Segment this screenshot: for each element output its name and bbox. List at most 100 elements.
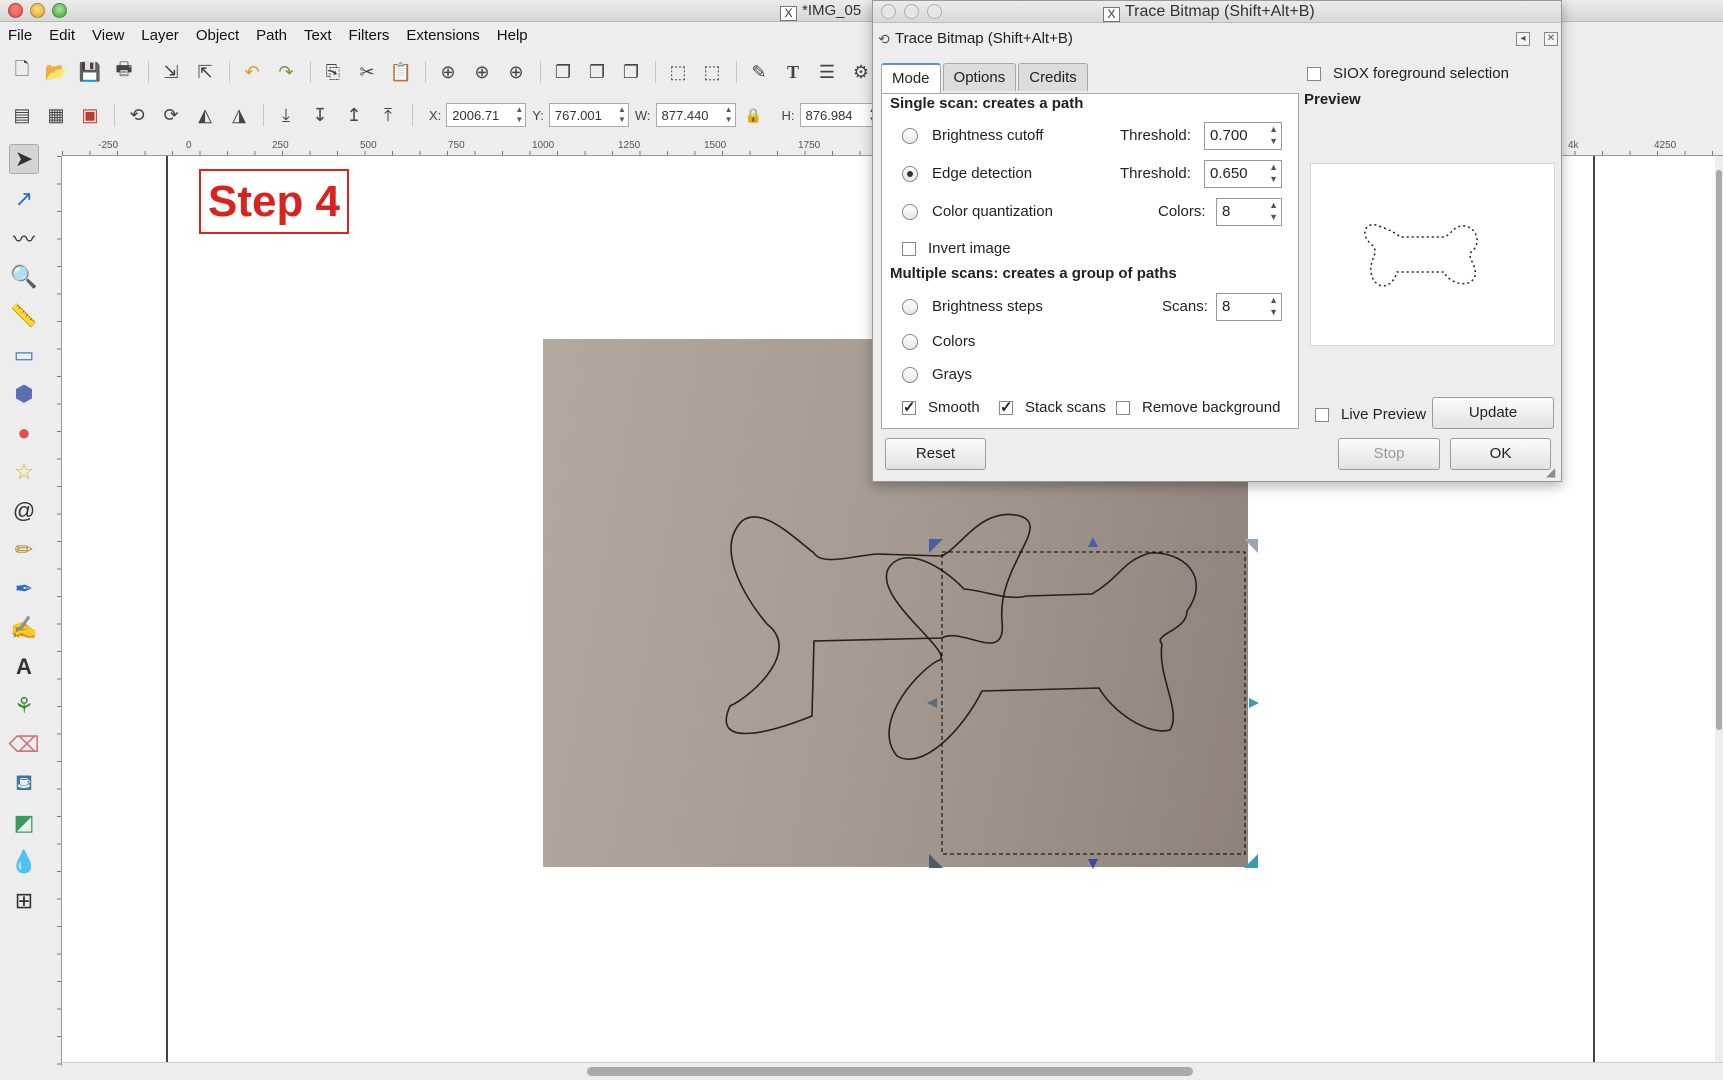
selector-tool-icon[interactable]: ➤ xyxy=(9,144,39,174)
vertical-scrollbar-thumb[interactable] xyxy=(1716,170,1722,730)
flip-vertical-icon[interactable]: ◮ xyxy=(227,103,251,127)
spin-arrows-icon[interactable]: ▲▼ xyxy=(725,105,733,125)
close-dialog-icon[interactable]: ✕ xyxy=(1544,32,1558,46)
menu-path[interactable]: Path xyxy=(256,27,287,44)
rectangle-tool-icon[interactable]: ▭ xyxy=(9,340,39,370)
tweak-tool-icon[interactable]: 〰 xyxy=(9,223,39,253)
grays-option[interactable]: Grays xyxy=(902,366,972,383)
raise-to-top-icon[interactable]: ⤒ xyxy=(376,103,400,127)
select-all-icon[interactable]: ▤ xyxy=(10,103,34,127)
menu-object[interactable]: Object xyxy=(196,27,239,44)
y-coordinate-input[interactable]: 767.001 ▲ ▼ xyxy=(548,103,629,127)
grays-radio[interactable] xyxy=(902,366,918,383)
brightness-steps-option[interactable]: Brightness steps xyxy=(902,298,1043,315)
scans-input[interactable]: 8 ▲ ▼ xyxy=(1216,293,1282,321)
invert-image-option[interactable]: Invert image xyxy=(902,240,1011,257)
edge-detection-option[interactable]: Edge detection xyxy=(902,165,1032,182)
edge-threshold-input[interactable]: 0.650 ▲ ▼ xyxy=(1204,160,1282,188)
remove-background-option[interactable]: Remove background xyxy=(1116,399,1280,416)
reset-button[interactable]: Reset xyxy=(885,438,986,470)
ellipse-tool-icon[interactable]: ● xyxy=(9,418,39,448)
spray-tool-icon[interactable]: ⚘ xyxy=(9,691,39,721)
menu-help[interactable]: Help xyxy=(497,27,528,44)
tab-credits[interactable]: Credits xyxy=(1018,63,1088,91)
minimize-window-button[interactable] xyxy=(30,3,45,18)
3d-box-tool-icon[interactable]: ⬢ xyxy=(9,379,39,409)
horizontal-scrollbar-thumb[interactable] xyxy=(587,1067,1193,1076)
x-coordinate-input[interactable]: 2006.71 ▲ ▼ xyxy=(446,103,527,127)
spiral-tool-icon[interactable]: @ xyxy=(9,496,39,526)
zoom-tool-icon[interactable]: 🔍 xyxy=(9,262,39,292)
measure-tool-icon[interactable]: 📏 xyxy=(9,301,39,331)
live-preview-option[interactable]: Live Preview xyxy=(1315,406,1426,423)
copy-icon[interactable]: ⎘ xyxy=(321,60,345,84)
colors-input[interactable]: 8 ▲ ▼ xyxy=(1216,198,1282,226)
tab-options[interactable]: Options xyxy=(942,63,1017,91)
colors-scan-radio[interactable] xyxy=(902,333,918,350)
lower-icon[interactable]: ↧ xyxy=(308,103,332,127)
spin-arrows-icon[interactable]: ▲▼ xyxy=(515,105,523,125)
lock-icon[interactable]: 🔒 xyxy=(742,103,766,127)
menu-filters[interactable]: Filters xyxy=(349,27,390,44)
group-icon[interactable]: ⬚ xyxy=(666,60,690,84)
star-tool-icon[interactable]: ☆ xyxy=(9,457,39,487)
stack-scans-checkbox[interactable]: ✓ xyxy=(999,400,1013,415)
menu-extensions[interactable]: Extensions xyxy=(406,27,479,44)
edge-detection-radio[interactable] xyxy=(902,165,918,182)
live-preview-checkbox[interactable] xyxy=(1315,407,1329,422)
print-icon[interactable]: 🖶 xyxy=(112,59,136,84)
spin-arrows-icon[interactable]: ▲▼ xyxy=(1269,161,1278,185)
colors-scan-option[interactable]: Colors xyxy=(902,333,975,350)
deselect-icon[interactable]: ▣ xyxy=(78,103,102,127)
redo-icon[interactable]: ↷ xyxy=(274,60,298,84)
ungroup-icon[interactable]: ⬚ xyxy=(700,60,724,84)
export-icon[interactable]: ⇱ xyxy=(193,60,217,84)
eraser-tool-icon[interactable]: ⌫ xyxy=(8,730,39,760)
remove-background-checkbox[interactable] xyxy=(1116,400,1130,415)
xml-editor-icon[interactable]: ⚙ xyxy=(849,60,873,84)
width-input[interactable]: 877.440 ▲ ▼ xyxy=(655,103,736,127)
select-all-layers-icon[interactable]: ▦ xyxy=(44,103,68,127)
import-icon[interactable]: ⇲ xyxy=(159,60,183,84)
rotate-ccw-icon[interactable]: ⟲ xyxy=(125,103,149,127)
brightness-steps-radio[interactable] xyxy=(902,298,918,315)
paint-bucket-tool-icon[interactable]: ⛾ xyxy=(9,769,39,799)
smooth-checkbox[interactable]: ✓ xyxy=(902,400,916,415)
layers-icon[interactable]: ☰ xyxy=(815,60,839,84)
paste-icon[interactable]: 📋 xyxy=(389,60,413,84)
siox-checkbox[interactable] xyxy=(1307,66,1321,81)
node-tool-icon[interactable]: ↗ xyxy=(9,184,39,214)
brightness-cutoff-option[interactable]: Brightness cutoff xyxy=(902,127,1043,144)
update-button[interactable]: Update xyxy=(1432,397,1554,429)
dialog-close-button[interactable] xyxy=(881,4,896,19)
save-icon[interactable]: 💾 xyxy=(78,60,102,84)
clone-icon[interactable]: ❐ xyxy=(585,60,609,84)
brightness-threshold-input[interactable]: 0.700 ▲ ▼ xyxy=(1204,122,1282,150)
stop-button[interactable]: Stop xyxy=(1338,438,1440,470)
spin-arrows-icon[interactable]: ▲▼ xyxy=(1269,294,1278,318)
text-font-icon[interactable]: T xyxy=(781,60,805,84)
raise-icon[interactable]: ↥ xyxy=(342,103,366,127)
zoom-drawing-icon[interactable]: ⊕ xyxy=(470,60,494,84)
menu-text[interactable]: Text xyxy=(304,27,332,44)
pen-tool-icon[interactable]: ✒ xyxy=(9,574,39,604)
cut-icon[interactable]: ✂ xyxy=(355,60,379,84)
undo-icon[interactable]: ↶ xyxy=(240,60,264,84)
color-quantization-radio[interactable] xyxy=(902,203,918,220)
close-window-button[interactable] xyxy=(8,3,23,18)
stack-scans-option[interactable]: ✓ Stack scans xyxy=(999,399,1106,416)
new-document-icon[interactable]: 🗋 xyxy=(10,59,34,84)
pencil-tool-icon[interactable]: ✏ xyxy=(9,535,39,565)
lower-to-bottom-icon[interactable]: ⤓ xyxy=(274,103,298,127)
siox-option[interactable]: SIOX foreground selection xyxy=(1307,65,1509,82)
dialog-minimize-button[interactable] xyxy=(904,4,919,19)
zoom-selection-icon[interactable]: ⊕ xyxy=(436,60,460,84)
dialog-zoom-button[interactable] xyxy=(927,4,942,19)
smooth-option[interactable]: ✓ Smooth xyxy=(902,399,980,416)
menu-file[interactable]: File xyxy=(8,27,32,44)
calligraphy-tool-icon[interactable]: ✍ xyxy=(9,613,39,643)
duplicate-icon[interactable]: ❐ xyxy=(551,60,575,84)
fill-stroke-icon[interactable]: ✎ xyxy=(747,60,771,84)
open-folder-icon[interactable]: 📂 xyxy=(44,60,68,84)
tab-mode[interactable]: Mode xyxy=(881,63,941,94)
